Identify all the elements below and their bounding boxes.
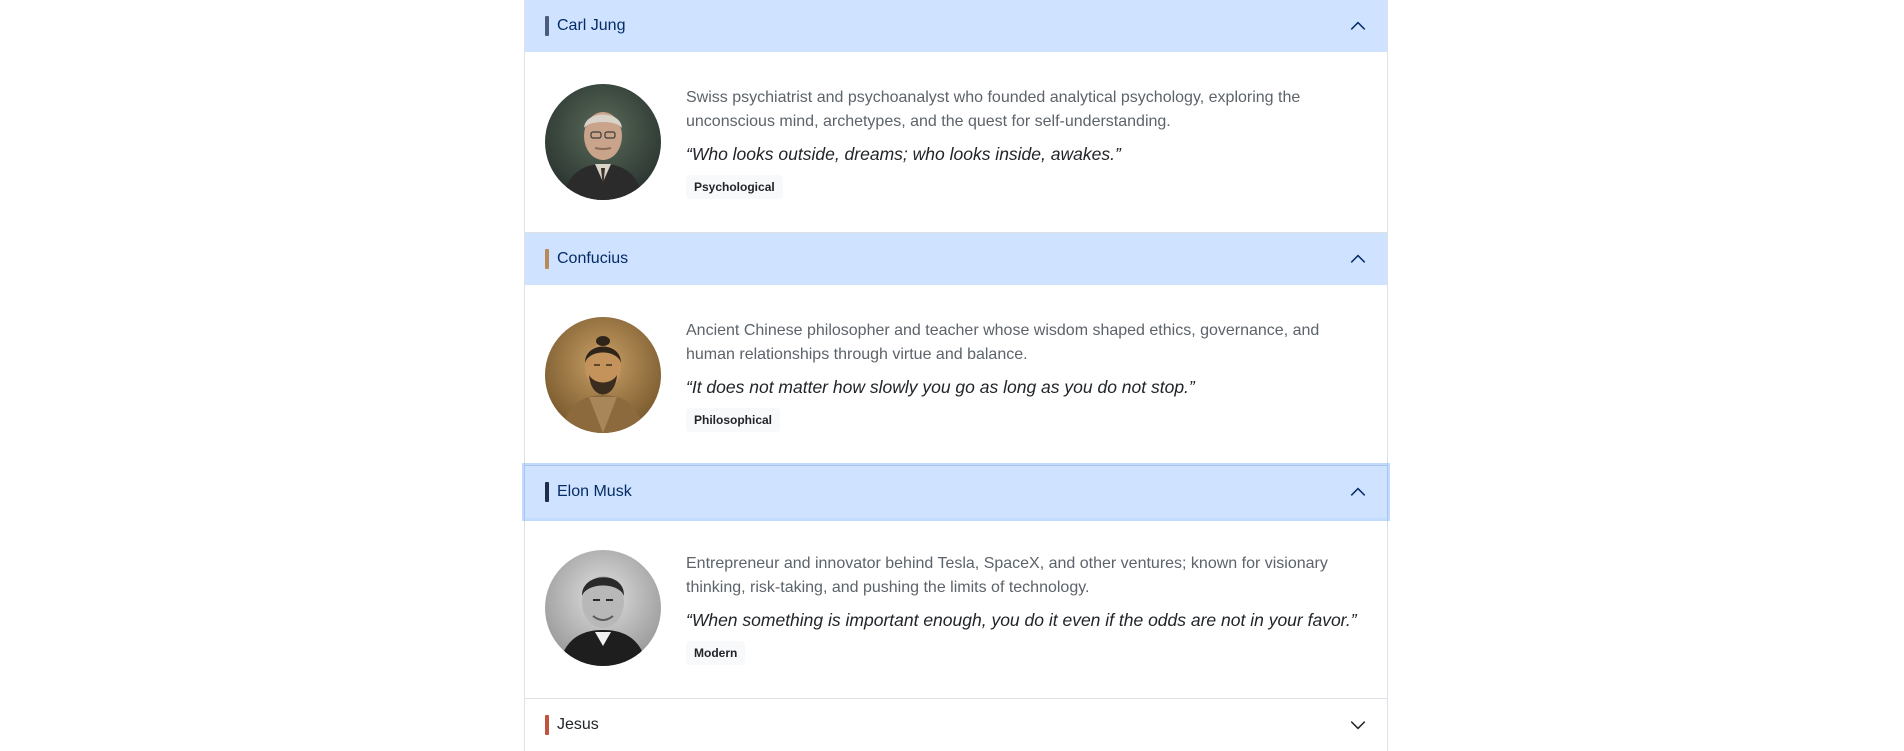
accordion-header-elon-musk[interactable]: Elon Musk [525,466,1387,518]
accent-bar [545,249,549,269]
advisor-name: Jesus [557,716,599,733]
advisor-description: Ancient Chinese philosopher and teacher … [686,322,1320,363]
accordion-item-elon-musk: Elon Musk Entrepreneur and innovator beh… [525,466,1387,699]
advisor-description: Swiss psychiatrist and psychoanalyst who… [686,89,1301,130]
accordion-body-elon-musk: Entrepreneur and innovator behind Tesla,… [525,518,1387,698]
advisor-quote: “When something is important enough, you… [686,610,1357,630]
accordion-header-carl-jung[interactable]: Carl Jung [525,0,1387,52]
chevron-down-icon [1350,721,1366,730]
accordion-body-carl-jung: Swiss psychiatrist and psychoanalyst who… [525,52,1387,232]
advisor-text: Entrepreneur and innovator behind Tesla,… [686,550,1367,665]
advisor-name: Elon Musk [557,483,632,500]
accent-bar [545,482,549,502]
advisor-accordion: Carl Jung Swiss psychiatrist and psychoa… [524,0,1388,751]
advisor-text: Swiss psychiatrist and psychoanalyst who… [686,84,1367,199]
accordion-item-carl-jung: Carl Jung Swiss psychiatrist and psychoa… [525,0,1387,233]
accordion-header-jesus[interactable]: Jesus [525,699,1387,751]
accordion-item-jesus: Jesus [525,699,1387,751]
accordion-body-confucius: Ancient Chinese philosopher and teacher … [525,285,1387,465]
advisor-quote: “It does not matter how slowly you go as… [686,377,1195,397]
advisor-name: Carl Jung [557,17,626,34]
avatar-carl-jung [545,84,661,200]
avatar-elon-musk [545,550,661,666]
advisor-text: Ancient Chinese philosopher and teacher … [686,317,1367,432]
chevron-up-icon [1350,254,1366,263]
accordion-item-confucius: Confucius Ancient Chinese philosopher an… [525,233,1387,466]
category-badge: Psychological [686,175,783,199]
accent-bar [545,715,549,735]
advisor-description: Entrepreneur and innovator behind Tesla,… [686,555,1328,596]
chevron-up-icon [1350,487,1366,496]
category-badge: Modern [686,641,746,665]
chevron-up-icon [1350,21,1366,30]
category-badge: Philosophical [686,408,781,432]
accordion-header-confucius[interactable]: Confucius [525,233,1387,285]
accent-bar [545,16,549,36]
advisor-quote: “Who looks outside, dreams; who looks in… [686,144,1121,164]
advisor-name: Confucius [557,250,629,267]
avatar-confucius [545,317,661,433]
